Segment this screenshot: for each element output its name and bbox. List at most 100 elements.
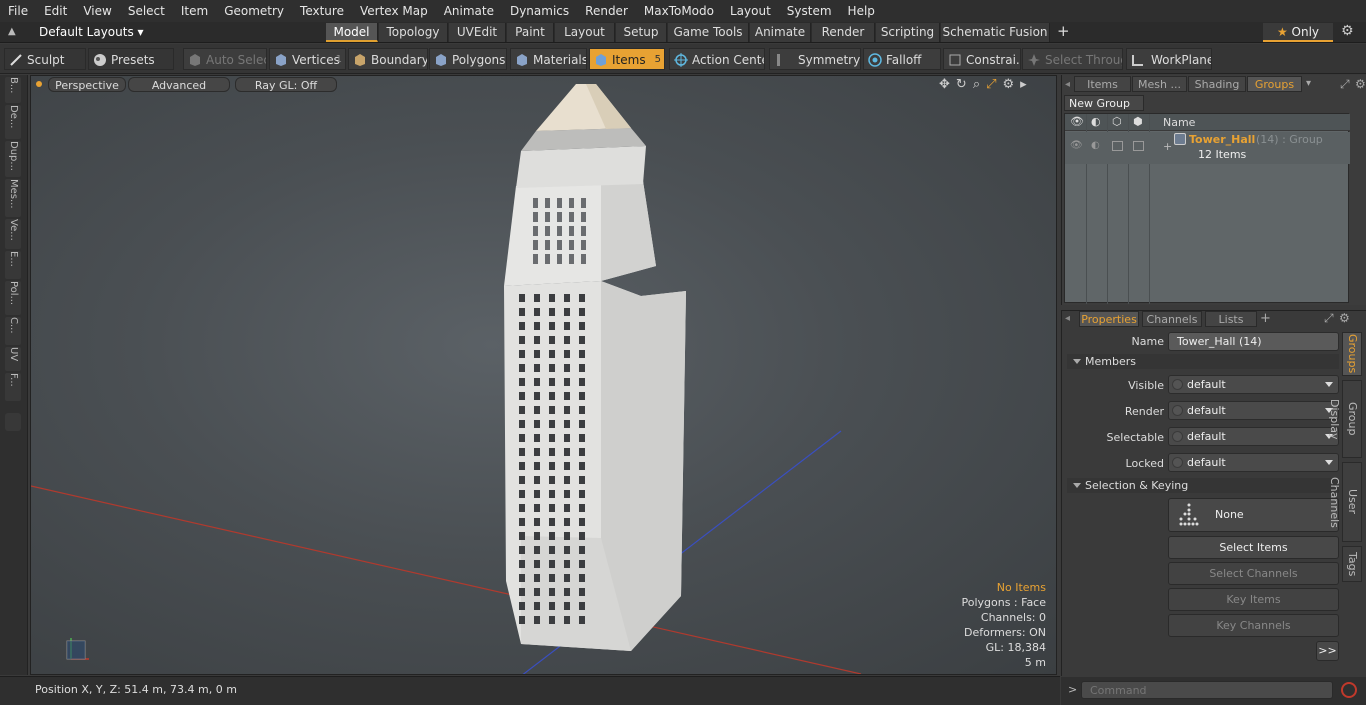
row-lock-checkbox[interactable]: [1112, 141, 1123, 151]
tab-properties[interactable]: Properties: [1079, 311, 1139, 327]
selection-keying-section[interactable]: Selection & Keying: [1067, 478, 1339, 493]
only-toggle[interactable]: ★ Only: [1263, 23, 1333, 42]
workplane-button[interactable]: WorkPlane: [1126, 48, 1212, 70]
panel-arrow-icon[interactable]: ◂: [1065, 79, 1070, 90]
menu-item[interactable]: Item: [173, 0, 216, 22]
none-button[interactable]: None: [1168, 498, 1339, 532]
tab-game-tools[interactable]: Game Tools: [668, 23, 749, 42]
tab-scripting[interactable]: Scripting: [876, 23, 940, 42]
menu-select[interactable]: Select: [120, 0, 173, 22]
menu-view[interactable]: View: [75, 0, 119, 22]
menu-maxtomodo[interactable]: MaxToModo: [636, 0, 722, 22]
row-select-checkbox[interactable]: [1133, 141, 1144, 151]
menu-animate[interactable]: Animate: [436, 0, 502, 22]
tabs-dropdown-icon[interactable]: ▾: [1306, 78, 1311, 89]
left-tab-c[interactable]: C...: [5, 317, 21, 345]
tab-animate[interactable]: Animate: [750, 23, 811, 42]
constraints-button[interactable]: Constrai...: [943, 48, 1021, 70]
side-tab-tags[interactable]: Tags: [1342, 546, 1362, 582]
name-field[interactable]: Tower_Hall (14): [1168, 332, 1339, 351]
left-strip-toggle[interactable]: [5, 413, 21, 431]
menu-geometry[interactable]: Geometry: [216, 0, 292, 22]
props-gear-icon[interactable]: ⚙: [1339, 311, 1350, 325]
symmetry-button[interactable]: Symmetry: [769, 48, 861, 70]
boundary-button[interactable]: Boundary: [348, 48, 428, 70]
tab-shading[interactable]: Shading: [1188, 76, 1246, 92]
materials-button[interactable]: Materials: [510, 48, 587, 70]
left-tab-de[interactable]: De...: [5, 105, 21, 139]
group-row[interactable]: 👁 ◐ + Tower_Hall (14) : Group 12 Items: [1065, 132, 1350, 164]
select-through-button[interactable]: Select Through: [1022, 48, 1123, 70]
expand-plus-icon[interactable]: +: [1163, 140, 1172, 153]
menu-help[interactable]: Help: [840, 0, 883, 22]
side-tab-groups[interactable]: Groups: [1342, 332, 1362, 376]
new-group-button[interactable]: New Group: [1064, 95, 1144, 111]
row-render-icon[interactable]: ◐: [1091, 140, 1100, 151]
add-props-tab-button[interactable]: +: [1260, 311, 1271, 326]
select-channels-button[interactable]: Select Channels: [1168, 562, 1339, 585]
menu-texture[interactable]: Texture: [292, 0, 352, 22]
locked-dropdown[interactable]: default: [1168, 453, 1339, 472]
panel-expand-icon[interactable]: ⤢: [1340, 77, 1350, 92]
layouts-dropdown[interactable]: Default Layouts ▾: [30, 24, 153, 41]
props-arrow-icon[interactable]: ◂: [1065, 313, 1070, 324]
select-items-button[interactable]: Select Items: [1168, 536, 1339, 559]
polygons-button[interactable]: Polygons: [429, 48, 507, 70]
left-tab-pol[interactable]: Pol...: [5, 281, 21, 315]
tab-lists[interactable]: Lists: [1205, 311, 1257, 327]
vertices-button[interactable]: Vertices 1: [269, 48, 346, 70]
command-input[interactable]: [1081, 681, 1333, 699]
side-tab-user-channels[interactable]: User Channels: [1328, 462, 1362, 542]
record-icon[interactable]: [1341, 682, 1357, 698]
falloff-button[interactable]: Falloff: [863, 48, 941, 70]
visible-dropdown[interactable]: default: [1168, 375, 1339, 394]
more-button[interactable]: >>: [1316, 641, 1339, 661]
menu-dynamics[interactable]: Dynamics: [502, 0, 577, 22]
left-tab-uv[interactable]: UV: [5, 347, 21, 371]
tab-uvedit[interactable]: UVEdit: [449, 23, 506, 42]
tab-render[interactable]: Render: [812, 23, 875, 42]
props-expand-icon[interactable]: ⤢: [1324, 311, 1334, 326]
left-tab-mes[interactable]: Mes...: [5, 179, 21, 217]
3d-viewport[interactable]: Perspective Advanced Ray GL: Off ✥↻⌕⤢⚙▸ …: [30, 75, 1057, 675]
tab-channels[interactable]: Channels: [1142, 311, 1202, 327]
render-dropdown[interactable]: default: [1168, 401, 1339, 420]
panel-gear-icon[interactable]: ⚙: [1355, 77, 1366, 91]
key-channels-button[interactable]: Key Channels: [1168, 614, 1339, 637]
tab-paint[interactable]: Paint: [507, 23, 554, 42]
selectable-dropdown[interactable]: default: [1168, 427, 1339, 446]
menu-layout[interactable]: Layout: [722, 0, 779, 22]
tab-mesh[interactable]: Mesh ...: [1132, 76, 1187, 92]
members-section[interactable]: Members: [1067, 354, 1339, 369]
tab-setup[interactable]: Setup: [616, 23, 667, 42]
row-eye-icon[interactable]: 👁: [1070, 140, 1083, 151]
tab-topology[interactable]: Topology: [379, 23, 448, 42]
menu-file[interactable]: File: [0, 0, 36, 22]
side-tab-group-display[interactable]: Group Display: [1328, 380, 1362, 458]
eye-icon[interactable]: 👁: [1070, 115, 1084, 128]
menu-edit[interactable]: Edit: [36, 0, 75, 22]
action-center-button[interactable]: Action Center: [669, 48, 765, 70]
menu-render[interactable]: Render: [577, 0, 636, 22]
left-tab-e[interactable]: E...: [5, 251, 21, 279]
tab-layout[interactable]: Layout: [555, 23, 615, 42]
select-icon[interactable]: ⬢: [1133, 115, 1143, 128]
sculpt-button[interactable]: Sculpt: [4, 48, 86, 70]
left-tab-ve[interactable]: Ve...: [5, 219, 21, 249]
add-tab-button[interactable]: +: [1057, 22, 1071, 40]
tab-items[interactable]: Items: [1074, 76, 1131, 92]
lock-icon[interactable]: ⬡: [1112, 115, 1122, 128]
tab-model[interactable]: Model: [326, 23, 378, 42]
render-icon[interactable]: ◐: [1091, 115, 1101, 128]
left-tab-dup[interactable]: Dup...: [5, 141, 21, 177]
key-items-button[interactable]: Key Items: [1168, 588, 1339, 611]
menu-system[interactable]: System: [779, 0, 840, 22]
gear-icon[interactable]: ⚙: [1341, 23, 1354, 39]
menu-vertex-map[interactable]: Vertex Map: [352, 0, 436, 22]
tab-schematic-fusion[interactable]: Schematic Fusion: [941, 23, 1050, 42]
items-button[interactable]: Items 5: [589, 48, 665, 70]
left-tab-b[interactable]: B...: [5, 77, 21, 103]
tab-groups[interactable]: Groups: [1247, 76, 1302, 92]
left-tab-f[interactable]: F...: [5, 373, 21, 401]
auto-select-button[interactable]: Auto Select: [183, 48, 267, 70]
